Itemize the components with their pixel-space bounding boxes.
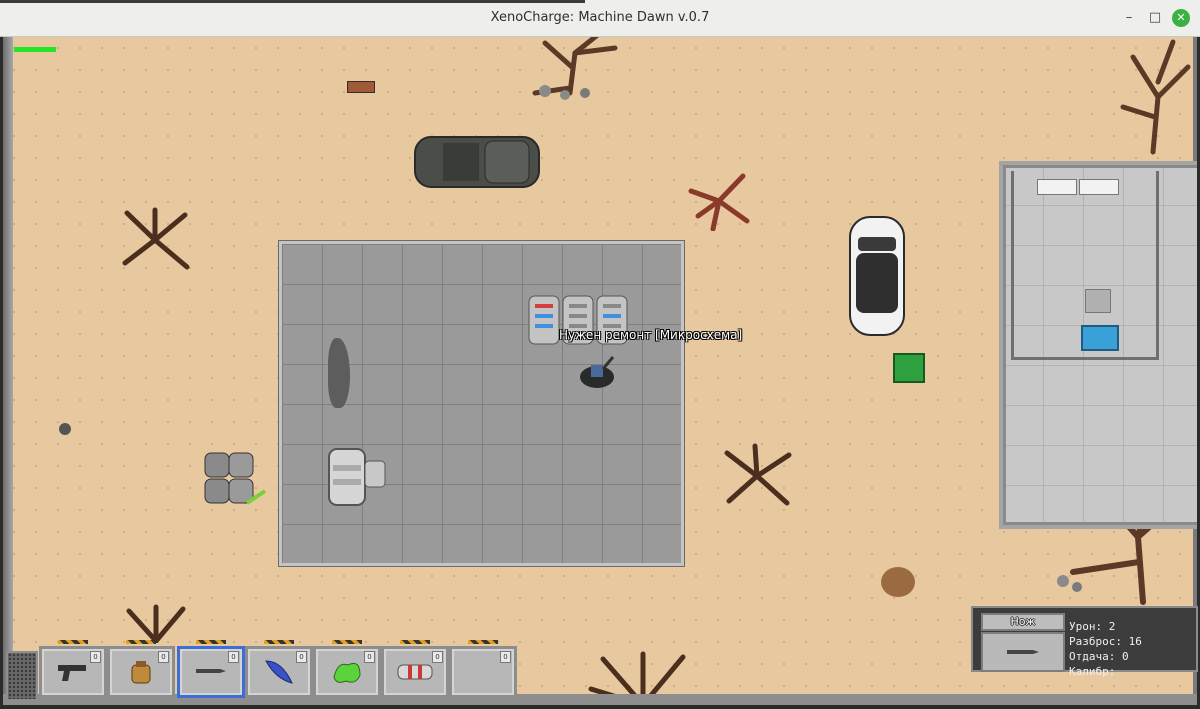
maximize-button[interactable]: □ — [1146, 9, 1164, 27]
hotbar-slot-3-selected[interactable]: 0 — [177, 640, 245, 698]
rock — [59, 423, 71, 435]
slot-count: 0 — [158, 651, 169, 663]
floor-vent — [1085, 289, 1111, 313]
hazard-stripe — [126, 640, 156, 644]
weapon-spread: Разброс: 16 — [1069, 635, 1142, 648]
hotbar-grip — [6, 651, 38, 701]
window-title: XenoCharge: Machine Dawn v.0.7 — [490, 10, 710, 25]
concrete-floor — [279, 241, 684, 566]
slot-count: 0 — [228, 651, 239, 663]
hazard-stripe — [400, 640, 430, 644]
hotbar-slot-7[interactable]: 0 — [449, 640, 517, 698]
weapon-preview — [981, 632, 1065, 672]
backpack-icon — [131, 661, 151, 684]
interaction-hint: Нужен ремонт [Микросхема] — [559, 328, 743, 342]
dead-tree — [122, 207, 190, 270]
weapon-stats-panel: Нож Урон: 2 Разброс: 16 Отдача: 0 Калибр… — [971, 606, 1198, 678]
slot-count: 0 — [296, 651, 307, 663]
blue-claw-icon — [265, 660, 293, 684]
close-button[interactable]: ✕ — [1172, 9, 1190, 27]
health-bar — [14, 47, 56, 52]
weapon-recoil: Отдача: 0 — [1069, 650, 1129, 663]
floor-crack — [328, 338, 350, 408]
knife-icon — [1007, 650, 1039, 654]
slot-count: 0 — [90, 651, 101, 663]
fuel-barrels — [204, 452, 267, 505]
dead-tree — [724, 443, 792, 506]
dead-tree — [126, 604, 186, 643]
hazard-stripe — [196, 640, 226, 644]
generator[interactable] — [325, 445, 389, 509]
hotbar-slot-4[interactable]: 0 — [245, 640, 313, 698]
hotbar-slot-2[interactable]: 0 — [107, 640, 175, 698]
weapon-caliber: Калибр: — [1069, 665, 1116, 678]
blue-armchair[interactable] — [1081, 325, 1119, 351]
player-robot — [580, 356, 615, 388]
slot-count: 0 — [432, 651, 443, 663]
hotbar-slot-1[interactable]: 0 — [39, 640, 107, 698]
weapon-damage: Урон: 2 — [1069, 620, 1116, 633]
hazard-stripe — [468, 640, 498, 644]
game-viewport[interactable]: Нужен ремонт [Микросхема] — [3, 37, 1197, 705]
title-accent-bar — [0, 0, 585, 3]
slot-count: 0 — [500, 651, 511, 663]
dead-tree-red — [688, 173, 750, 231]
green-slime-icon — [333, 662, 361, 683]
weapon-name: Нож — [981, 613, 1065, 631]
slot-count: 0 — [364, 651, 375, 663]
title-bar: XenoCharge: Machine Dawn v.0.7 – □ ✕ — [0, 0, 1200, 37]
pickup-truck — [414, 136, 540, 188]
microchip-item[interactable] — [893, 353, 925, 383]
hazard-stripe — [332, 640, 362, 644]
hotbar-slot-6[interactable]: 0 — [381, 640, 449, 698]
dead-tree — [532, 37, 618, 100]
tumbleweed — [881, 567, 915, 597]
pistol-icon — [58, 665, 86, 681]
hotbar: 0 0 0 0 0 0 0 — [3, 640, 523, 705]
hotbar-slot-5[interactable]: 0 — [313, 640, 381, 698]
white-car — [849, 216, 905, 336]
hazard-stripe — [264, 640, 294, 644]
axe-item[interactable] — [347, 81, 375, 93]
red-canister-icon — [397, 664, 433, 680]
hazard-stripe — [58, 640, 88, 644]
counter — [1079, 179, 1119, 195]
minimize-button[interactable]: – — [1120, 9, 1138, 27]
map-edge-wall-left — [3, 37, 13, 705]
knife-icon — [196, 669, 226, 673]
dead-tree — [1120, 39, 1191, 155]
counter — [1037, 179, 1077, 195]
